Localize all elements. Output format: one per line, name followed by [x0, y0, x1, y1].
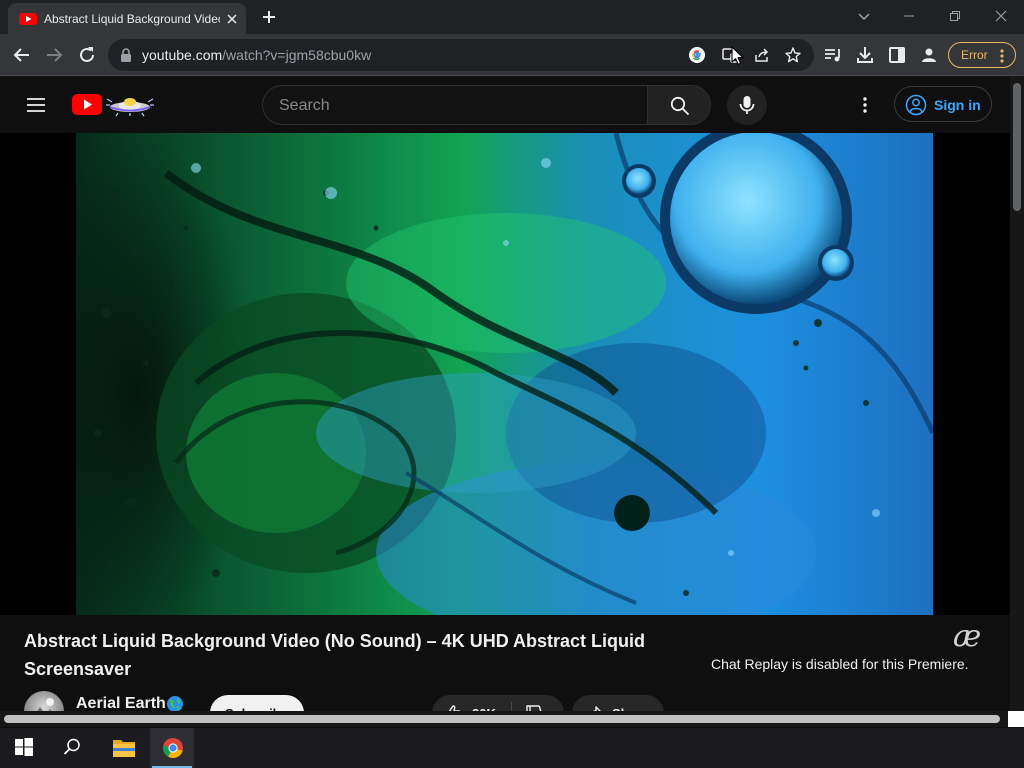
tab-search-chevron-icon[interactable] [854, 6, 874, 26]
browser-toolbar: youtube.com/watch?v=jgm58cbu0kw Error [0, 34, 1024, 76]
video-player[interactable]: æ [0, 133, 1010, 653]
lock-icon[interactable] [120, 48, 132, 62]
youtube-favicon-icon [19, 11, 37, 27]
bookmark-star-icon[interactable] [784, 46, 802, 64]
search-button[interactable] [647, 85, 711, 125]
voice-search-button[interactable] [727, 85, 767, 125]
search-icon [670, 96, 690, 116]
error-menu-button[interactable]: Error [948, 42, 1016, 68]
minimize-icon[interactable] [899, 6, 919, 26]
error-label: Error [961, 48, 988, 62]
search-input[interactable]: Search [262, 85, 648, 125]
vertical-scrollbar[interactable] [1010, 77, 1024, 727]
new-tab-icon[interactable] [260, 8, 278, 26]
url-domain: youtube.com [142, 47, 223, 63]
mouse-cursor-icon [731, 46, 745, 66]
url-path: /watch?v=jgm58cbu0kw [222, 47, 372, 63]
guide-menu-icon[interactable] [26, 95, 46, 115]
horizontal-scroll-thumb[interactable] [4, 715, 1000, 723]
reload-icon[interactable] [76, 44, 98, 66]
downloads-icon[interactable] [854, 44, 876, 66]
window-close-icon[interactable] [991, 6, 1011, 26]
google-lens-icon[interactable] [688, 46, 706, 64]
share-page-icon[interactable] [753, 46, 771, 64]
forward-icon[interactable] [43, 44, 65, 66]
taskbar-file-explorer[interactable] [100, 728, 144, 768]
tab-close-icon[interactable] [224, 11, 240, 27]
restore-icon[interactable] [945, 6, 965, 26]
video-frame[interactable] [76, 133, 933, 615]
search-placeholder: Search [279, 97, 330, 114]
microphone-icon [738, 95, 756, 115]
back-icon[interactable] [11, 44, 33, 66]
file-explorer-icon [112, 737, 136, 759]
side-panel-icon[interactable] [886, 44, 908, 66]
scrollbar-corner [1008, 711, 1024, 727]
youtube-doodle-logo-icon[interactable] [72, 93, 158, 117]
account-circle-icon [905, 94, 927, 116]
channel-watermark[interactable]: æ [953, 621, 981, 653]
start-button[interactable] [2, 728, 46, 768]
browser-tab[interactable]: Abstract Liquid Background Video (No Sou… [8, 3, 246, 34]
tab-title: Abstract Liquid Background Video (No Sou… [44, 12, 220, 26]
video-title: Abstract Liquid Background Video (No Sou… [24, 631, 646, 679]
windows-logo-icon [14, 737, 34, 757]
windows-taskbar [0, 728, 1024, 768]
sign-in-button[interactable]: Sign in [894, 86, 992, 122]
vertical-scroll-thumb[interactable] [1013, 83, 1021, 211]
taskbar-search-icon [62, 737, 82, 757]
sign-in-label: Sign in [934, 97, 981, 113]
profile-icon[interactable] [918, 44, 940, 66]
taskbar-chrome[interactable] [150, 728, 194, 768]
address-bar[interactable]: youtube.com/watch?v=jgm58cbu0kw [108, 39, 814, 71]
url-text[interactable]: youtube.com/watch?v=jgm58cbu0kw [142, 47, 371, 63]
youtube-header: Search Sign in [0, 77, 1010, 133]
kebab-menu-icon [999, 48, 1005, 64]
browser-tab-strip: Abstract Liquid Background Video (No Sou… [0, 0, 1024, 34]
media-controls-icon[interactable] [822, 44, 844, 66]
youtube-page: Search Sign in æ Abstract Liquid Backgro… [0, 77, 1010, 727]
settings-kebab-icon[interactable] [855, 95, 875, 115]
chrome-icon [162, 737, 184, 759]
taskbar-search-button[interactable] [50, 728, 94, 768]
chat-replay-notice: Chat Replay is disabled for this Premier… [711, 656, 969, 672]
horizontal-scrollbar[interactable] [0, 711, 1010, 727]
